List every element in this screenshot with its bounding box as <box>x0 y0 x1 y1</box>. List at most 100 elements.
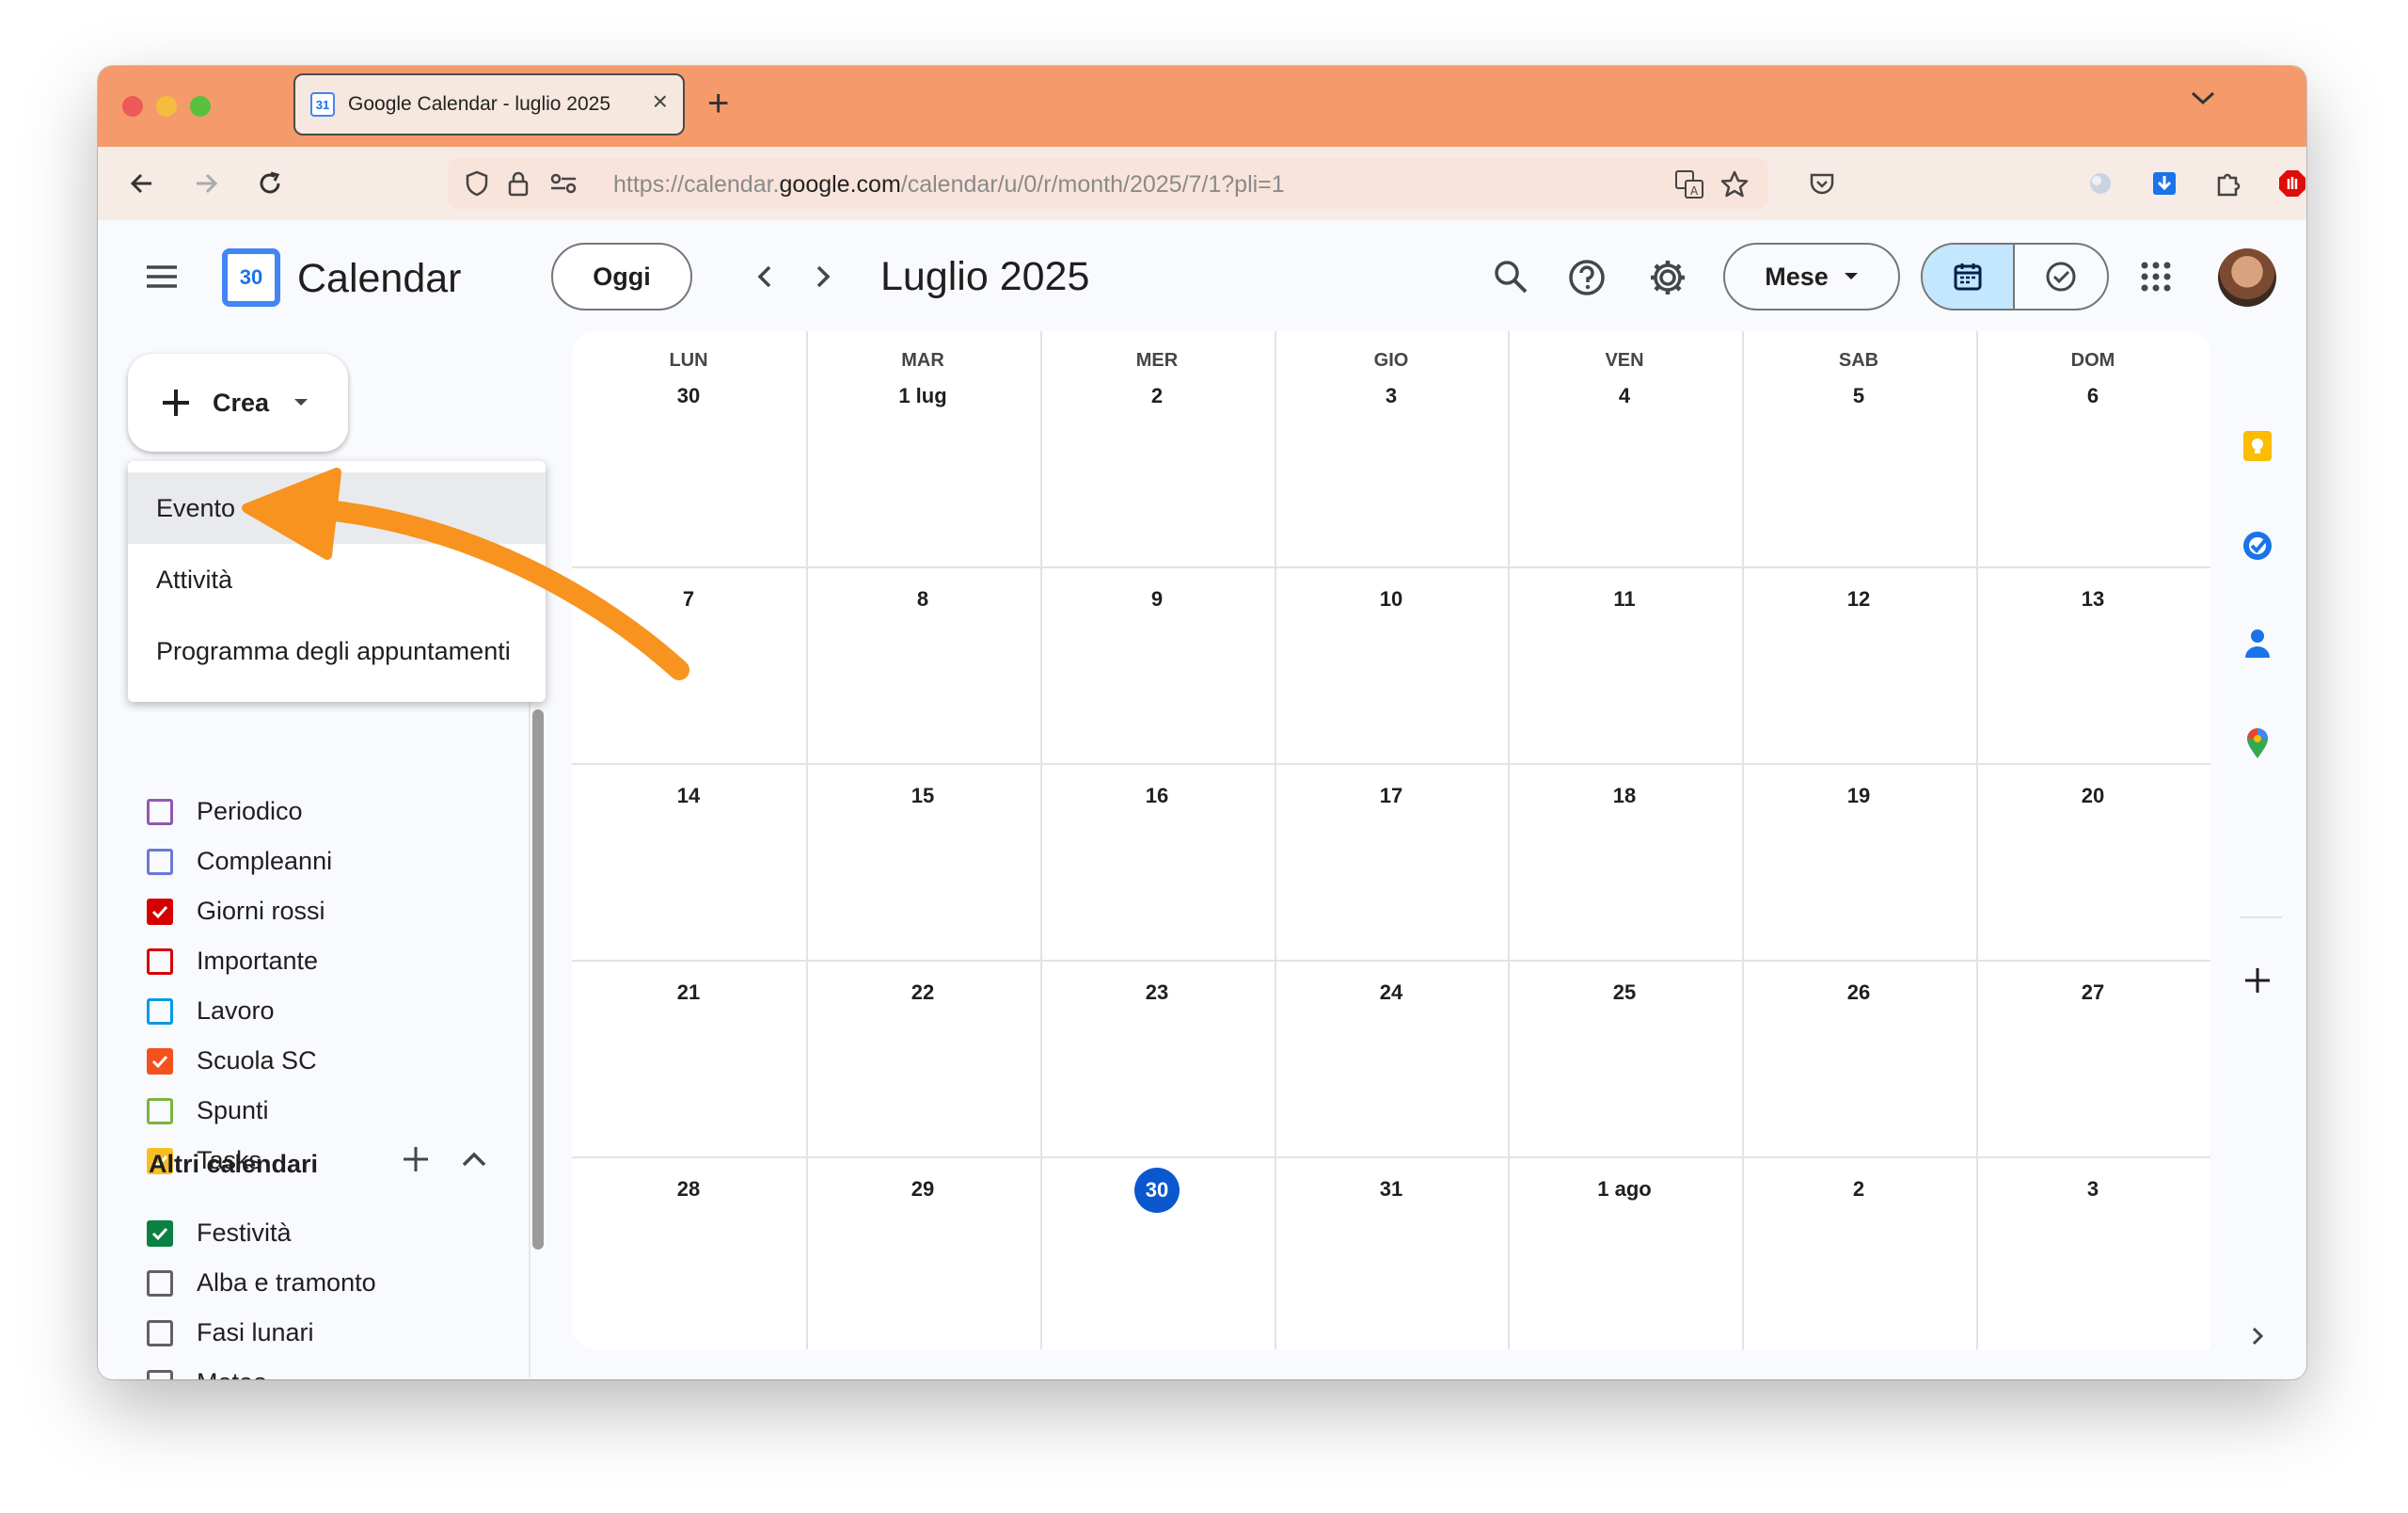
maps-pin-icon[interactable] <box>2241 726 2274 760</box>
day-number[interactable]: 7 <box>572 587 805 612</box>
apps-grid-icon[interactable] <box>2137 258 2175 300</box>
checkbox[interactable] <box>147 1269 173 1297</box>
day-number[interactable]: 26 <box>1742 980 1975 1005</box>
my-calendar-item[interactable]: Lavoro <box>147 986 332 1036</box>
checkbox[interactable] <box>147 1219 173 1247</box>
adblock-icon[interactable] <box>2274 166 2306 201</box>
my-calendar-item[interactable]: Periodico <box>147 787 332 836</box>
minimize-window-button[interactable] <box>156 96 177 117</box>
new-tab-icon[interactable]: + <box>707 85 729 122</box>
bookmark-star-icon[interactable] <box>1719 169 1750 204</box>
day-number[interactable]: 25 <box>1508 980 1741 1005</box>
day-number[interactable]: 21 <box>572 980 805 1005</box>
main-menu-icon[interactable] <box>143 262 181 296</box>
address-bar[interactable]: https://calendar.google.com/calendar/u/0… <box>448 158 1768 209</box>
forward-arrow-icon[interactable] <box>188 166 224 201</box>
my-calendar-item[interactable]: Spunti <box>147 1086 332 1136</box>
day-number[interactable]: 23 <box>1040 980 1274 1005</box>
other-calendars-heading[interactable]: Altri calendari <box>149 1150 318 1179</box>
checkbox[interactable] <box>147 1369 173 1379</box>
day-number[interactable]: 4 <box>1508 384 1741 408</box>
chevron-up-icon[interactable] <box>459 1146 489 1177</box>
menu-item-task[interactable]: Attività <box>128 544 546 615</box>
other-calendar-item[interactable]: Fasi lunari <box>147 1308 376 1358</box>
menu-item-appointment-schedule[interactable]: Programma degli appuntamenti <box>128 615 546 687</box>
search-icon[interactable] <box>1492 258 1529 300</box>
day-number[interactable]: 10 <box>1275 587 1508 612</box>
my-calendar-item[interactable]: Giorni rossi <box>147 886 332 936</box>
tasks-app-icon[interactable] <box>2241 529 2274 563</box>
day-cell[interactable] <box>1742 331 1975 566</box>
app-title[interactable]: Calendar <box>297 256 462 302</box>
day-number[interactable]: 14 <box>572 784 805 808</box>
other-calendar-item[interactable]: Alba e tramonto <box>147 1258 376 1308</box>
day-number[interactable]: 16 <box>1040 784 1274 808</box>
avatar[interactable] <box>2218 248 2276 307</box>
day-number[interactable]: 24 <box>1275 980 1508 1005</box>
day-number[interactable]: 15 <box>806 784 1039 808</box>
reload-icon[interactable] <box>252 166 288 201</box>
checkbox[interactable] <box>147 1097 173 1124</box>
day-number[interactable]: 30 <box>572 384 805 408</box>
tasks-view-icon[interactable] <box>2015 245 2107 309</box>
checkbox[interactable] <box>147 848 173 875</box>
checkbox[interactable] <box>147 798 173 825</box>
download-icon[interactable] <box>2147 166 2182 201</box>
permissions-icon[interactable] <box>549 171 578 200</box>
contacts-icon[interactable] <box>2241 627 2274 661</box>
day-number[interactable]: 3 <box>1275 384 1508 408</box>
checkbox[interactable] <box>147 948 173 975</box>
day-number[interactable]: 2 <box>1040 384 1274 408</box>
day-number[interactable]: 17 <box>1275 784 1508 808</box>
day-number[interactable]: 1 lug <box>806 384 1039 408</box>
calendar-logo-icon[interactable]: 30 <box>222 248 280 307</box>
zoom-window-button[interactable] <box>190 96 211 117</box>
other-calendar-item[interactable]: Festività <box>147 1208 376 1258</box>
day-number[interactable]: 28 <box>572 1177 805 1202</box>
next-month-icon[interactable] <box>803 258 841 300</box>
checkbox[interactable] <box>147 1047 173 1075</box>
today-date[interactable]: 30 <box>1134 1168 1180 1213</box>
my-calendar-item[interactable]: Scuola SC <box>147 1036 332 1086</box>
my-calendar-item[interactable]: Importante <box>147 936 332 986</box>
keep-icon[interactable] <box>2241 429 2274 463</box>
lock-icon[interactable] <box>506 169 531 202</box>
day-number[interactable]: 18 <box>1508 784 1741 808</box>
view-select-button[interactable]: Mese <box>1723 243 1900 311</box>
previous-month-icon[interactable] <box>747 258 784 300</box>
settings-gear-icon[interactable] <box>1648 258 1687 302</box>
checkbox[interactable] <box>147 1319 173 1346</box>
url-text[interactable]: https://calendar.google.com/calendar/u/0… <box>613 171 1285 199</box>
day-number[interactable]: 3 <box>1976 1177 2210 1202</box>
day-number[interactable]: 8 <box>806 587 1039 612</box>
day-number[interactable]: 22 <box>806 980 1039 1005</box>
day-number[interactable]: 13 <box>1976 587 2210 612</box>
day-number[interactable]: 20 <box>1976 784 2210 808</box>
shield-icon[interactable] <box>463 169 491 202</box>
close-tab-icon[interactable]: × <box>653 88 668 115</box>
calendar-view-icon[interactable] <box>1923 245 2016 309</box>
browser-tab[interactable]: 31 Google Calendar - luglio 2025 × <box>293 73 685 135</box>
chevron-down-icon[interactable] <box>2190 88 2216 112</box>
back-arrow-icon[interactable] <box>124 166 160 201</box>
extension-icon[interactable] <box>2083 166 2118 201</box>
day-cell[interactable] <box>806 331 1039 566</box>
day-number[interactable]: 11 <box>1508 587 1741 612</box>
day-number[interactable]: 9 <box>1040 587 1274 612</box>
day-cell[interactable] <box>1040 331 1274 566</box>
add-calendar-icon[interactable] <box>401 1144 431 1179</box>
help-icon[interactable] <box>1567 258 1607 302</box>
extensions-puzzle-icon[interactable] <box>2210 166 2246 201</box>
close-window-button[interactable] <box>122 96 143 117</box>
day-cell[interactable] <box>1976 331 2210 566</box>
add-addon-icon[interactable] <box>2241 964 2274 997</box>
my-calendar-item[interactable]: Compleanni <box>147 836 332 886</box>
other-calendar-item[interactable]: Meteo <box>147 1358 376 1379</box>
translate-icon[interactable]: A <box>1674 169 1704 204</box>
day-cell[interactable] <box>1508 331 1741 566</box>
pocket-icon[interactable] <box>1804 166 1840 201</box>
checkbox[interactable] <box>147 898 173 925</box>
checkbox[interactable] <box>147 997 173 1025</box>
day-number[interactable]: 5 <box>1742 384 1975 408</box>
sidebar-scrollbar[interactable] <box>532 709 544 1250</box>
